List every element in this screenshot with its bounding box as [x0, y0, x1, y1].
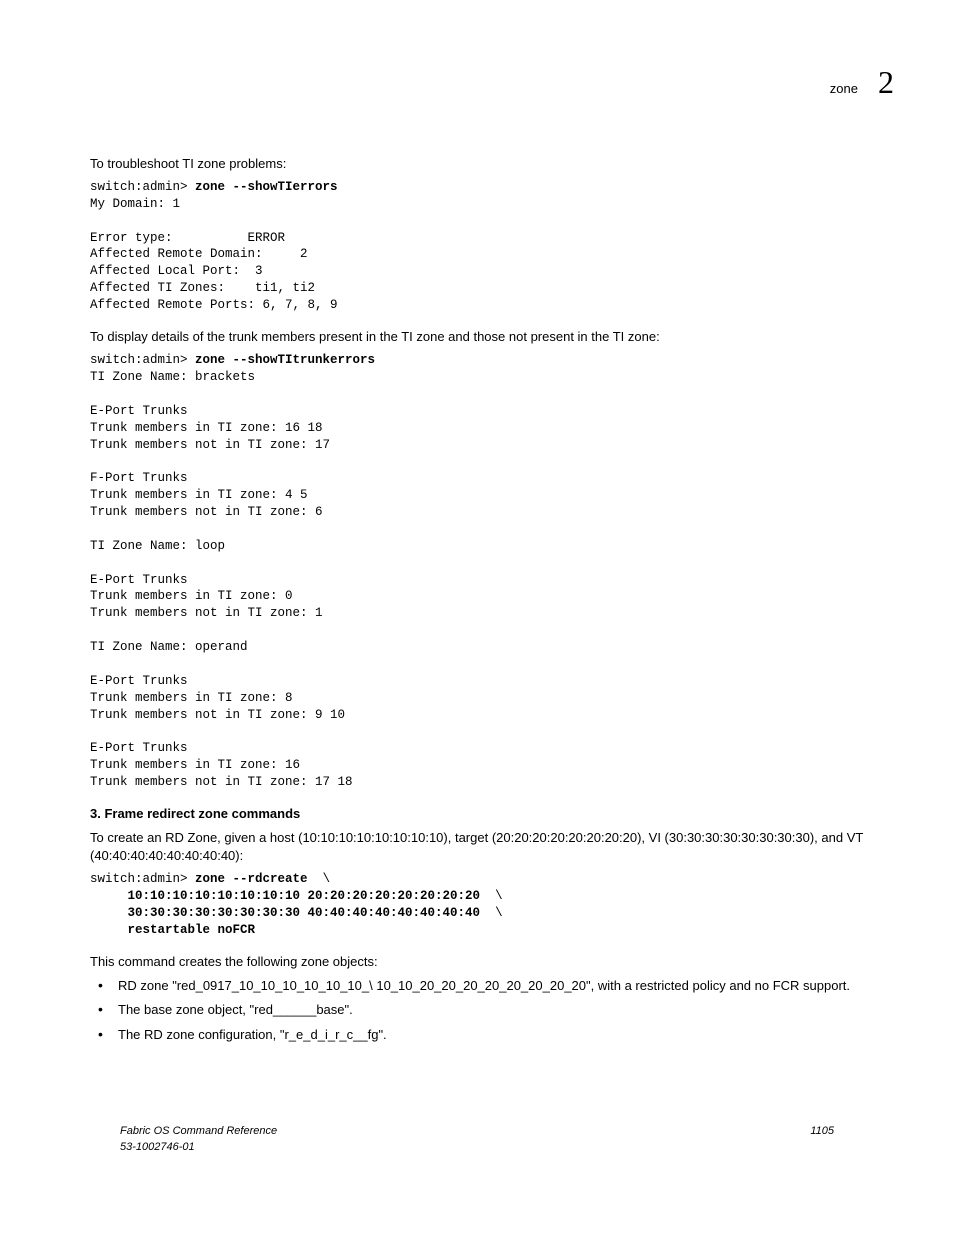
- cli-prompt: switch:admin>: [90, 180, 195, 194]
- cli-prompt: switch:admin>: [90, 353, 195, 367]
- cli-prompt: switch:admin>: [90, 872, 195, 886]
- list-item: RD zone "red_0917_10_10_10_10_10_10_\ 10…: [90, 977, 894, 995]
- footer-doc-number: 53-1002746-01: [120, 1140, 277, 1155]
- page-header: zone 2: [60, 60, 894, 105]
- code-block-showtierrors: switch:admin> zone --showTIerrors My Dom…: [90, 179, 894, 314]
- footer-doc-title: Fabric OS Command Reference: [120, 1124, 277, 1139]
- list-item: The base zone object, "red______base".: [90, 1001, 894, 1019]
- paragraph-trunk-intro: To display details of the trunk members …: [90, 328, 894, 346]
- cli-output: My Domain: 1 Error type: ERROR Affected …: [90, 197, 338, 312]
- list-item: The RD zone configuration, "r_e_d_i_r_c_…: [90, 1026, 894, 1044]
- paragraph-troubleshoot-intro: To troubleshoot TI zone problems:: [90, 155, 894, 173]
- section-heading-frame-redirect: 3. Frame redirect zone commands: [90, 805, 894, 823]
- footer-page-number: 1105: [810, 1124, 834, 1155]
- paragraph-objects-intro: This command creates the following zone …: [90, 953, 894, 971]
- header-chapter-number: 2: [878, 60, 894, 105]
- cli-output: TI Zone Name: brackets E-Port Trunks Tru…: [90, 370, 353, 789]
- cli-command: zone --showTItrunkerrors: [195, 353, 375, 367]
- paragraph-rdzone-intro: To create an RD Zone, given a host (10:1…: [90, 829, 894, 865]
- code-block-rdcreate: switch:admin> zone --rdcreate \ 10:10:10…: [90, 871, 894, 939]
- footer-left: Fabric OS Command Reference 53-1002746-0…: [120, 1124, 277, 1155]
- cli-command-line3: 30:30:30:30:30:30:30:30 40:40:40:40:40:4…: [90, 906, 488, 920]
- cli-command-line1: zone --rdcreate: [195, 872, 315, 886]
- cli-command-line2: 10:10:10:10:10:10:10:10 20:20:20:20:20:2…: [90, 889, 488, 903]
- code-block-showtitrunkerrors: switch:admin> zone --showTItrunkerrors T…: [90, 352, 894, 791]
- page-footer: Fabric OS Command Reference 53-1002746-0…: [120, 1124, 834, 1155]
- cli-command-line4: restartable noFCR: [90, 923, 255, 937]
- bullet-list-zone-objects: RD zone "red_0917_10_10_10_10_10_10_\ 10…: [90, 977, 894, 1044]
- header-section-name: zone: [830, 80, 858, 98]
- cli-command: zone --showTIerrors: [195, 180, 338, 194]
